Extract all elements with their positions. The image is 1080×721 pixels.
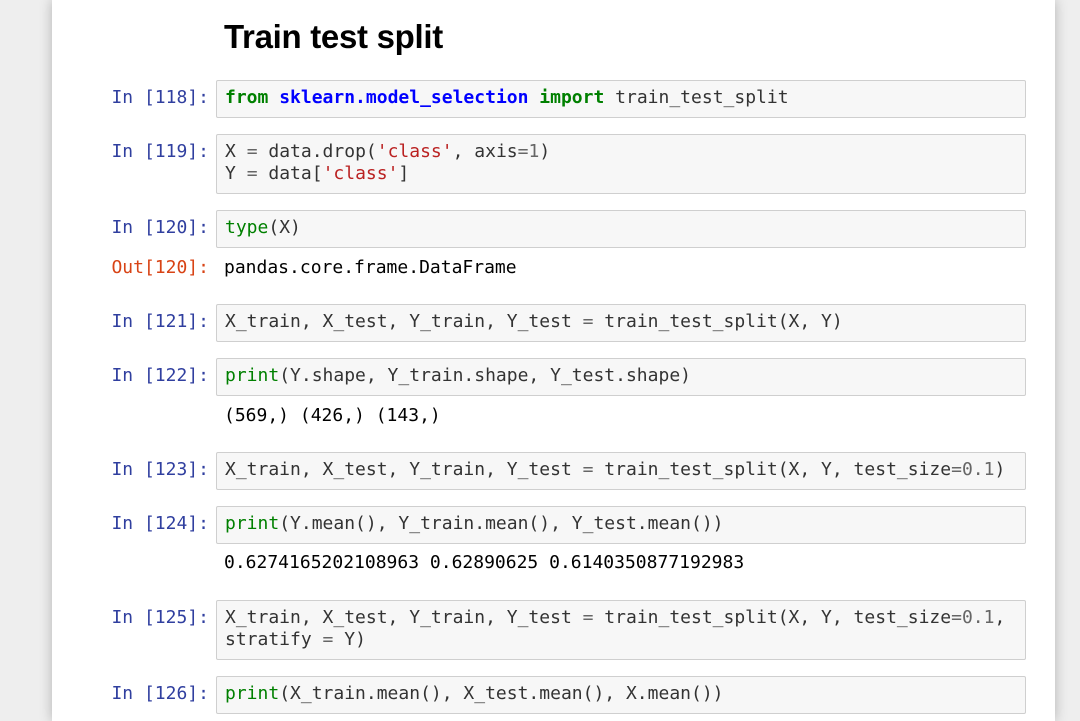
code-token: X_train, X_test, Y_train, Y_test (225, 459, 583, 480)
code-token: from (225, 87, 269, 108)
code-token: Y (225, 163, 247, 184)
section-heading: Train test split (224, 18, 443, 55)
code-token: = (517, 141, 529, 162)
code-token: = (582, 607, 594, 628)
code-token: ) (994, 459, 1006, 480)
code-token: print (225, 513, 280, 534)
code-line: Y = data['class'] (225, 163, 1017, 185)
code-token: = (246, 141, 258, 162)
notebook-page: Train test split In [118]: from sklearn.… (52, 0, 1055, 721)
input-prompt-123: In [123]: (111, 459, 209, 480)
code-token: X (225, 141, 247, 162)
input-prompt-120: In [120]: (111, 217, 209, 238)
code-token: sklearn.model_selection (279, 87, 529, 108)
code-token: data.drop( (257, 141, 377, 162)
code-token: train_test_split(X, Y) (593, 311, 843, 332)
code-cell-123[interactable]: X_train, X_test, Y_train, Y_test = train… (216, 452, 1026, 490)
input-prompt-124: In [124]: (111, 513, 209, 534)
code-token: = (951, 459, 962, 480)
code-token: (Y.shape, Y_train.shape, Y_test.shape) (279, 365, 691, 386)
input-prompt-126: In [126]: (111, 683, 209, 704)
code-cell-122[interactable]: print(Y.shape, Y_train.shape, Y_test.sha… (216, 358, 1026, 396)
code-token: 1 (528, 141, 540, 162)
code-token: train_test_split(X, Y, test_size (593, 459, 952, 480)
code-token: = (582, 311, 594, 332)
code-token: X_train, X_test, Y_train, Y_test (225, 607, 583, 628)
code-token: = (322, 629, 334, 650)
code-line: stratify = Y) (225, 629, 1017, 651)
code-token: = (246, 163, 258, 184)
cell-output-120: pandas.core.frame.DataFrame (224, 257, 517, 278)
code-cell-119[interactable]: X = data.drop('class', axis=1) Y = data['… (216, 134, 1026, 194)
code-cell-125[interactable]: X_train, X_test, Y_train, Y_test = train… (216, 600, 1026, 660)
code-token: ] (398, 163, 410, 184)
code-cell-120[interactable]: type(X) (216, 210, 1026, 248)
code-token: (X) (268, 217, 301, 238)
code-token: 0.1 (961, 459, 995, 480)
output-prompt-120: Out[120]: (111, 257, 209, 278)
code-token: type (225, 217, 269, 238)
code-token: 'class' (376, 141, 453, 162)
code-cell-118[interactable]: from sklearn.model_selection import trai… (216, 80, 1026, 118)
code-token: stratify (225, 629, 323, 650)
code-token: ) (539, 141, 551, 162)
code-token: train_test_split(X, Y, test_size (593, 607, 952, 628)
code-token: 0.1 (961, 607, 995, 628)
code-cell-124[interactable]: print(Y.mean(), Y_train.mean(), Y_test.m… (216, 506, 1026, 544)
code-token: (Y.mean(), Y_train.mean(), Y_test.mean()… (279, 513, 724, 534)
input-prompt-122: In [122]: (111, 365, 209, 386)
input-prompt-119: In [119]: (111, 141, 209, 162)
code-token: (X_train.mean(), X_test.mean(), X.mean()… (279, 683, 724, 704)
code-token: = (951, 607, 962, 628)
cell-output-124: 0.6274165202108963 0.62890625 0.61403508… (224, 552, 745, 573)
code-line: X_train, X_test, Y_train, Y_test = train… (225, 607, 1017, 629)
cell-output-122: (569,) (426,) (143,) (224, 405, 441, 426)
code-token: import (539, 87, 605, 108)
code-token: print (225, 683, 280, 704)
input-prompt-118: In [118]: (111, 87, 209, 108)
code-cell-126[interactable]: print(X_train.mean(), X_test.mean(), X.m… (216, 676, 1026, 714)
code-token: 'class' (322, 163, 399, 184)
code-token: = (582, 459, 594, 480)
code-token: Y) (333, 629, 366, 650)
code-token: , axis (452, 141, 518, 162)
code-line: X = data.drop('class', axis=1) (225, 141, 1017, 163)
code-token: X_train, X_test, Y_train, Y_test (225, 311, 583, 332)
code-cell-121[interactable]: X_train, X_test, Y_train, Y_test = train… (216, 304, 1026, 342)
code-token: data[ (257, 163, 323, 184)
input-prompt-121: In [121]: (111, 311, 209, 332)
code-token: , (994, 607, 1006, 628)
input-prompt-125: In [125]: (111, 607, 209, 628)
code-token: print (225, 365, 280, 386)
code-token: train_test_split (604, 87, 789, 108)
